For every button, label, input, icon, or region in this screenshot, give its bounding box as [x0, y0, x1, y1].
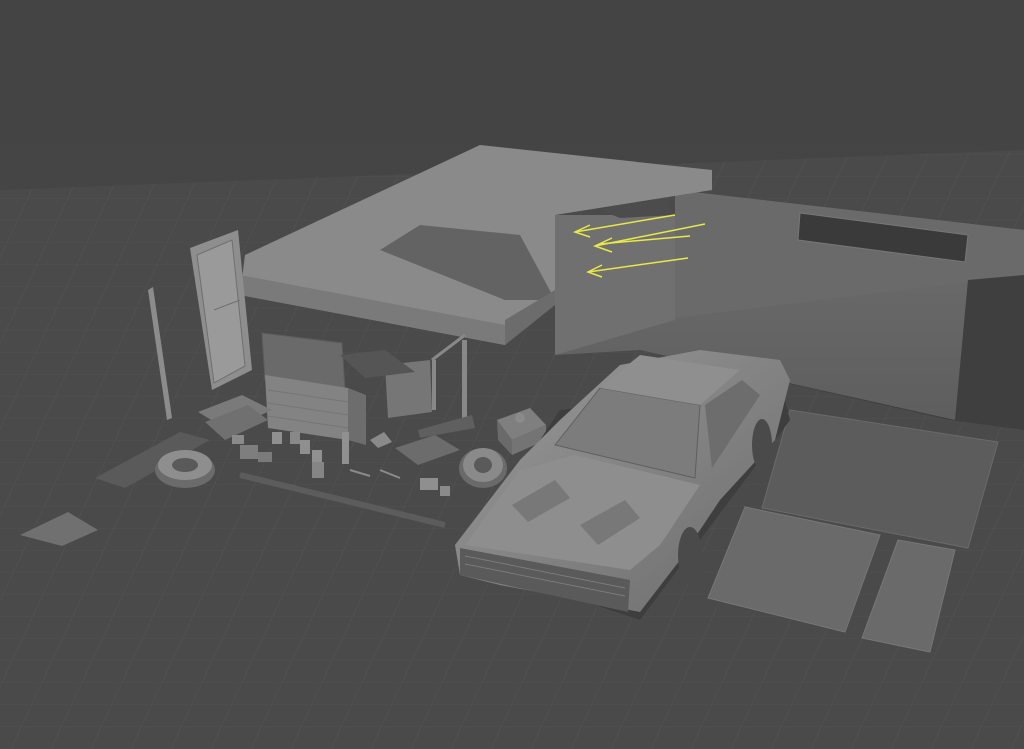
scene-canvas[interactable] [0, 0, 1024, 749]
viewport-3d[interactable] [0, 0, 1024, 749]
tire-left[interactable] [155, 450, 215, 488]
tire-right[interactable] [459, 448, 507, 488]
